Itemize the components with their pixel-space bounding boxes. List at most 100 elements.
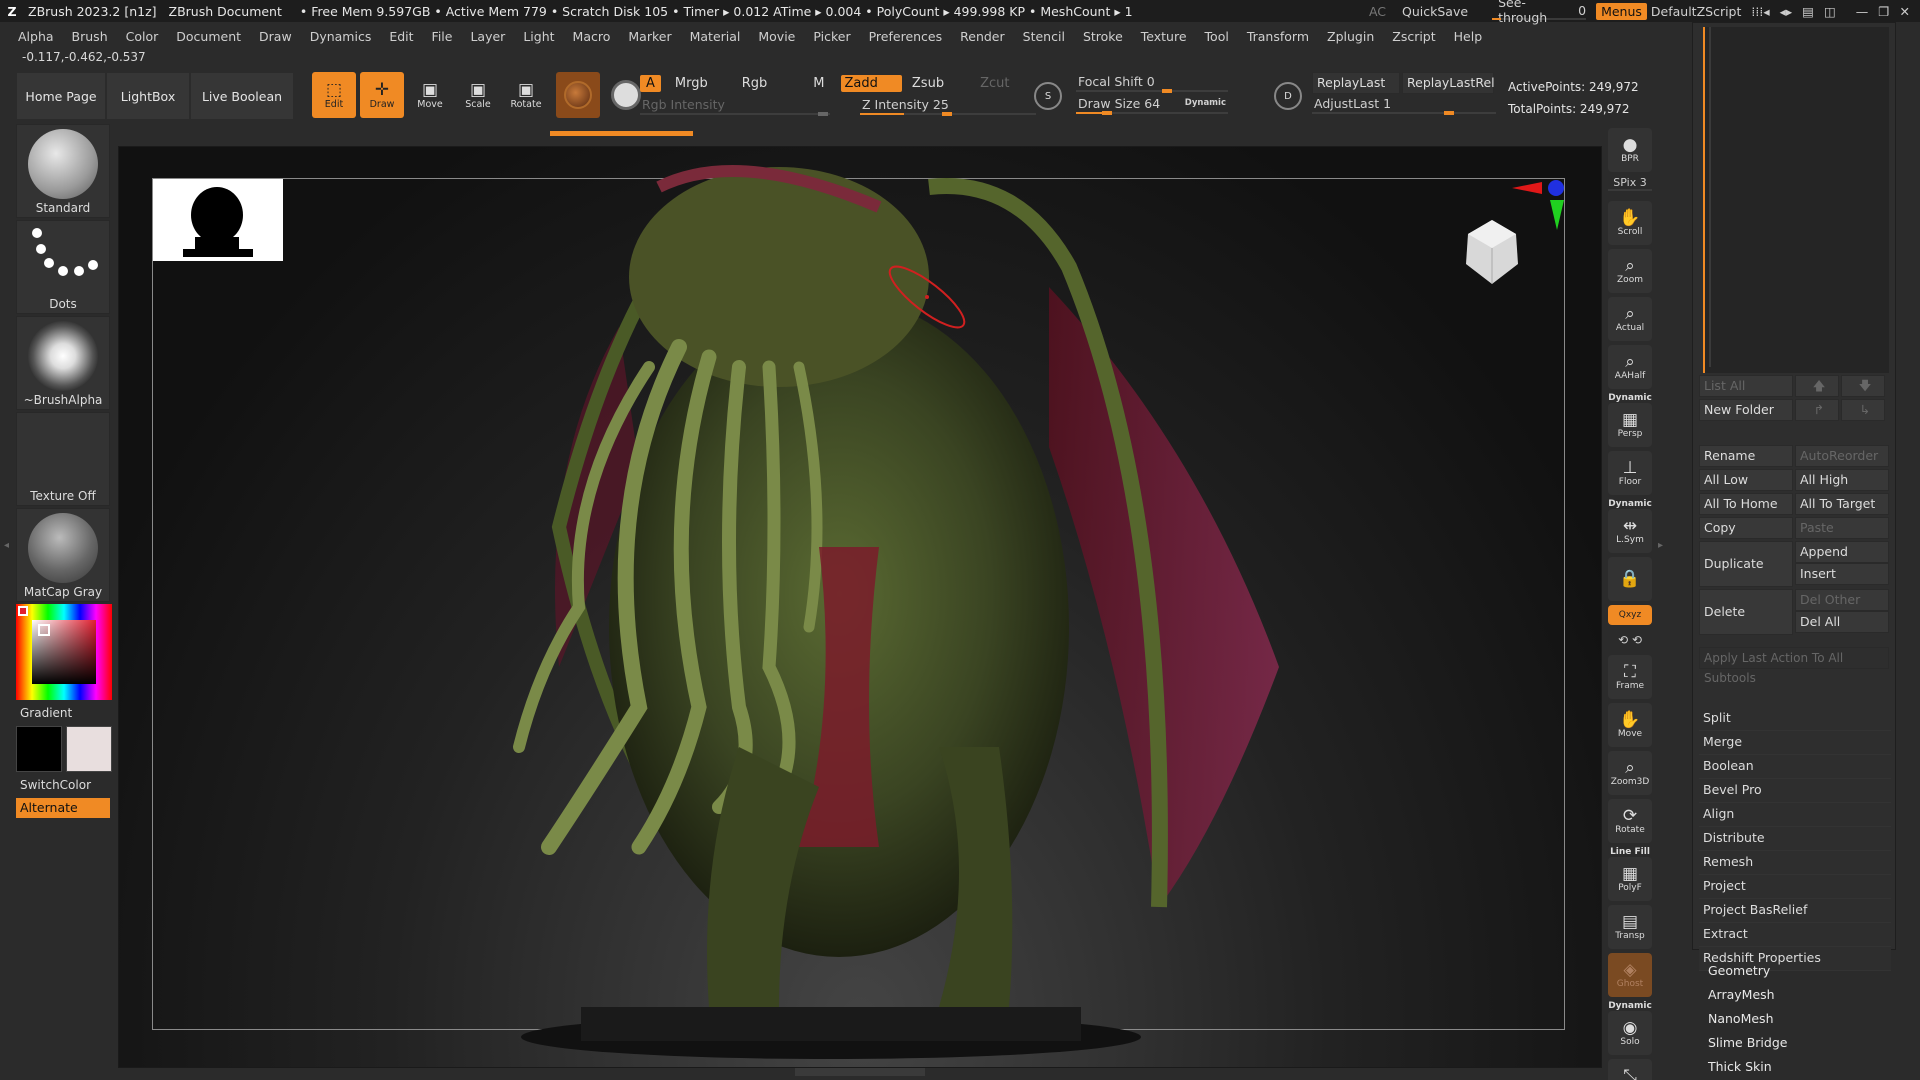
menu-zplugin[interactable]: Zplugin bbox=[1327, 29, 1374, 44]
menu-picker[interactable]: Picker bbox=[813, 29, 850, 44]
scroll-button[interactable]: ✋ Scroll bbox=[1608, 201, 1652, 245]
material-button[interactable] bbox=[556, 72, 600, 118]
stroke-selector[interactable]: Dots bbox=[16, 220, 110, 314]
lock-button[interactable]: 🔒 bbox=[1608, 557, 1652, 601]
all-to-home-button[interactable]: All To Home bbox=[1699, 493, 1793, 515]
close-icon[interactable]: ✕ bbox=[1900, 4, 1910, 19]
ghost-button[interactable]: ◈ Ghost bbox=[1608, 953, 1652, 997]
maximize-icon[interactable]: ❐ bbox=[1878, 4, 1889, 19]
floor-button[interactable]: ⊥ Floor bbox=[1608, 451, 1652, 495]
menu-stencil[interactable]: Stencil bbox=[1023, 29, 1065, 44]
list-all-button[interactable]: List All bbox=[1699, 375, 1793, 397]
menu-zscript[interactable]: Zscript bbox=[1392, 29, 1435, 44]
rgb-button[interactable]: Rgb bbox=[736, 75, 774, 92]
apply-last-action-button[interactable]: Apply Last Action To All Subtools bbox=[1699, 647, 1889, 685]
move-button[interactable]: ▣ Move bbox=[408, 72, 452, 118]
subpalette-slime-bridge[interactable]: Slime Bridge bbox=[1700, 1032, 1890, 1056]
dynamic-label[interactable]: Dynamic bbox=[1185, 98, 1226, 108]
lightbox-button[interactable]: LightBox bbox=[106, 72, 190, 120]
focal-shift-slider[interactable]: Focal Shift 0 bbox=[1076, 72, 1228, 93]
subpalette-align[interactable]: Align bbox=[1699, 803, 1891, 827]
move-button[interactable]: ✋ Move bbox=[1608, 703, 1652, 747]
into-folder-icon[interactable]: ↱ bbox=[1795, 399, 1839, 421]
menu-render[interactable]: Render bbox=[960, 29, 1005, 44]
duplicate-button[interactable]: Duplicate bbox=[1699, 541, 1793, 587]
paste-button[interactable]: Paste bbox=[1795, 517, 1889, 539]
layout-icon[interactable]: ▤ bbox=[1802, 4, 1814, 19]
stroke-d-icon[interactable]: D bbox=[1274, 82, 1302, 110]
menus-toggle[interactable]: Menus bbox=[1596, 2, 1647, 20]
copy-button[interactable]: Copy bbox=[1699, 517, 1793, 539]
ac-label[interactable]: AC bbox=[1369, 4, 1386, 19]
spix-slider[interactable]: SPix 3 bbox=[1608, 176, 1652, 191]
replay-last-rel-button[interactable]: ReplayLastRel bbox=[1402, 72, 1495, 94]
script-controls-icon[interactable]: ⁞⁞⁞◂ bbox=[1751, 4, 1769, 19]
menu-material[interactable]: Material bbox=[690, 29, 741, 44]
append-button[interactable]: Append bbox=[1795, 541, 1889, 563]
xyz-button[interactable]: Qxyz bbox=[1608, 605, 1652, 625]
rename-button[interactable]: Rename bbox=[1699, 445, 1793, 467]
bpr-button[interactable]: ● BPR bbox=[1608, 128, 1652, 172]
navigation-thumbnail[interactable] bbox=[153, 179, 283, 261]
rotate-button[interactable]: ⟳ Rotate bbox=[1608, 799, 1652, 843]
m-button[interactable]: M bbox=[807, 75, 830, 92]
symmetry-axis-icons[interactable]: ⟲ ⟲ bbox=[1608, 629, 1652, 651]
material-selector[interactable]: MatCap Gray bbox=[16, 508, 110, 602]
left-collapse-handle[interactable]: ◂ bbox=[4, 540, 10, 570]
menu-brush[interactable]: Brush bbox=[72, 29, 108, 44]
move-down-button[interactable]: 🡇 bbox=[1841, 375, 1885, 397]
switch-color-button[interactable]: SwitchColor bbox=[20, 778, 112, 792]
menu-draw[interactable]: Draw bbox=[259, 29, 292, 44]
secondary-color-swatch[interactable] bbox=[66, 726, 112, 772]
del-other-button[interactable]: Del Other bbox=[1795, 589, 1889, 611]
zoom3d-button[interactable]: ⌕ Zoom3D bbox=[1608, 751, 1652, 795]
frame-button[interactable]: ⛶ Frame bbox=[1608, 655, 1652, 699]
new-folder-button[interactable]: New Folder bbox=[1699, 399, 1793, 421]
menu-transform[interactable]: Transform bbox=[1247, 29, 1309, 44]
rotate-button[interactable]: ▣ Rotate bbox=[504, 72, 548, 118]
menu-movie[interactable]: Movie bbox=[758, 29, 795, 44]
zadd-button[interactable]: Zadd bbox=[840, 74, 902, 92]
alternate-button[interactable]: Alternate bbox=[16, 798, 110, 818]
see-through-slider[interactable]: See-through 0 bbox=[1492, 0, 1587, 25]
subpalette-geometry[interactable]: Geometry bbox=[1700, 960, 1890, 984]
all-low-button[interactable]: All Low bbox=[1699, 469, 1793, 491]
insert-button[interactable]: Insert bbox=[1795, 563, 1889, 585]
menu-tool[interactable]: Tool bbox=[1205, 29, 1229, 44]
z-intensity-slider[interactable]: Z Intensity 25 bbox=[860, 95, 1036, 116]
subpalette-bevel-pro[interactable]: Bevel Pro bbox=[1699, 779, 1891, 803]
subpalette-extract[interactable]: Extract bbox=[1699, 923, 1891, 947]
menu-document[interactable]: Document bbox=[176, 29, 241, 44]
arrows-icon[interactable]: ◂▸ bbox=[1780, 4, 1793, 19]
draw-button[interactable]: ✛ Draw bbox=[360, 72, 404, 118]
menu-color[interactable]: Color bbox=[126, 29, 159, 44]
brush-selector[interactable]: Standard bbox=[16, 124, 110, 218]
polyf-button[interactable]: ▦ PolyF bbox=[1608, 857, 1652, 901]
subpalette-project-basrelief[interactable]: Project BasRelief bbox=[1699, 899, 1891, 923]
menu-marker[interactable]: Marker bbox=[628, 29, 671, 44]
mrgb-button[interactable]: Mrgb bbox=[669, 75, 714, 92]
actual-button[interactable]: ⌕ Actual bbox=[1608, 297, 1652, 341]
restore-layout-icon[interactable]: ◫ bbox=[1824, 4, 1836, 19]
all-high-button[interactable]: All High bbox=[1795, 469, 1889, 491]
minimize-icon[interactable]: — bbox=[1856, 4, 1869, 19]
menu-light[interactable]: Light bbox=[523, 29, 554, 44]
all-to-target-button[interactable]: All To Target bbox=[1795, 493, 1889, 515]
quicksave-button[interactable]: QuickSave bbox=[1402, 4, 1468, 19]
main-color-swatch[interactable] bbox=[16, 726, 62, 772]
zcut-button[interactable]: Zcut bbox=[974, 75, 1015, 92]
aahalf-button[interactable]: ⌕ AAHalf bbox=[1608, 345, 1652, 389]
menu-layer[interactable]: Layer bbox=[470, 29, 505, 44]
adjust-last-slider[interactable]: AdjustLast 1 bbox=[1312, 94, 1496, 115]
out-folder-icon[interactable]: ↳ bbox=[1841, 399, 1885, 421]
color-picker[interactable] bbox=[16, 604, 112, 700]
menu-help[interactable]: Help bbox=[1454, 29, 1483, 44]
color-marker[interactable] bbox=[38, 624, 50, 636]
a-button[interactable]: A bbox=[640, 74, 661, 92]
home-page-button[interactable]: Home Page bbox=[16, 72, 106, 120]
del-all-button[interactable]: Del All bbox=[1795, 611, 1889, 633]
draw-size-slider[interactable]: Draw Size 64 Dynamic bbox=[1076, 94, 1228, 115]
menu-macro[interactable]: Macro bbox=[573, 29, 611, 44]
zoom-button[interactable]: ⌕ Zoom bbox=[1608, 249, 1652, 293]
subtool-list-scrollbar[interactable] bbox=[1709, 27, 1711, 367]
